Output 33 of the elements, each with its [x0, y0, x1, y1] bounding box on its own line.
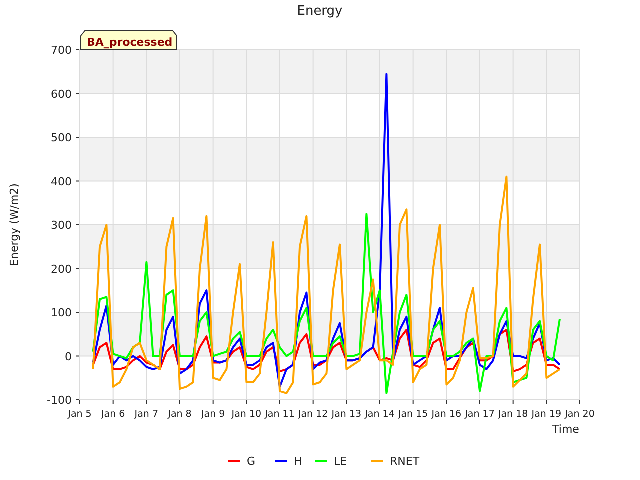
axis-tick-label: Jan 17	[465, 409, 495, 420]
axis-tick-label: 0	[65, 350, 72, 364]
legend-label: RNET	[390, 455, 420, 468]
legend-label: LE	[334, 455, 348, 468]
axis-tick-label: -100	[47, 394, 72, 407]
axis-tick-label: Jan 11	[265, 409, 295, 420]
axis-tick-label: Jan 12	[298, 409, 328, 420]
legend-label: G	[247, 455, 256, 468]
axis-tick-label: 400	[51, 175, 72, 188]
legend-label: H	[294, 455, 302, 468]
axis-tick-label: Jan 19	[532, 409, 562, 420]
axis-tick-label: Jan 16	[432, 409, 462, 420]
axis-tick-label: Jan 14	[365, 409, 395, 420]
chart-title: Energy	[297, 4, 343, 19]
axis-title: Time	[552, 423, 580, 436]
axis-tick-label: Jan 5	[68, 409, 92, 420]
annotation-label: BA_processed	[80, 30, 178, 50]
axis-tick-label: Jan 15	[398, 409, 428, 420]
axis-tick-label: 500	[51, 132, 72, 144]
axis-tick-label: Jan 8	[168, 409, 192, 420]
axis-tick-label: Jan 10	[232, 409, 262, 420]
axis-tick-label: Jan 6	[101, 409, 126, 420]
axis-tick-label: 300	[51, 219, 72, 232]
axis-tick-label: Jan 9	[201, 409, 226, 420]
axis-title: Energy (W/m2)	[8, 184, 21, 266]
axis-tick-label: Jan 13	[332, 409, 362, 420]
axis-tick-label: Jan 20	[565, 409, 595, 420]
axis-tick-label: Jan 18	[498, 409, 528, 420]
axis-tick-label: 100	[51, 306, 72, 320]
axis-tick-label: 200	[51, 262, 72, 276]
axis-tick-label: 600	[51, 88, 72, 101]
axis-tick-label: Jan 7	[134, 409, 159, 420]
axis-tick-label: 700	[51, 44, 72, 57]
